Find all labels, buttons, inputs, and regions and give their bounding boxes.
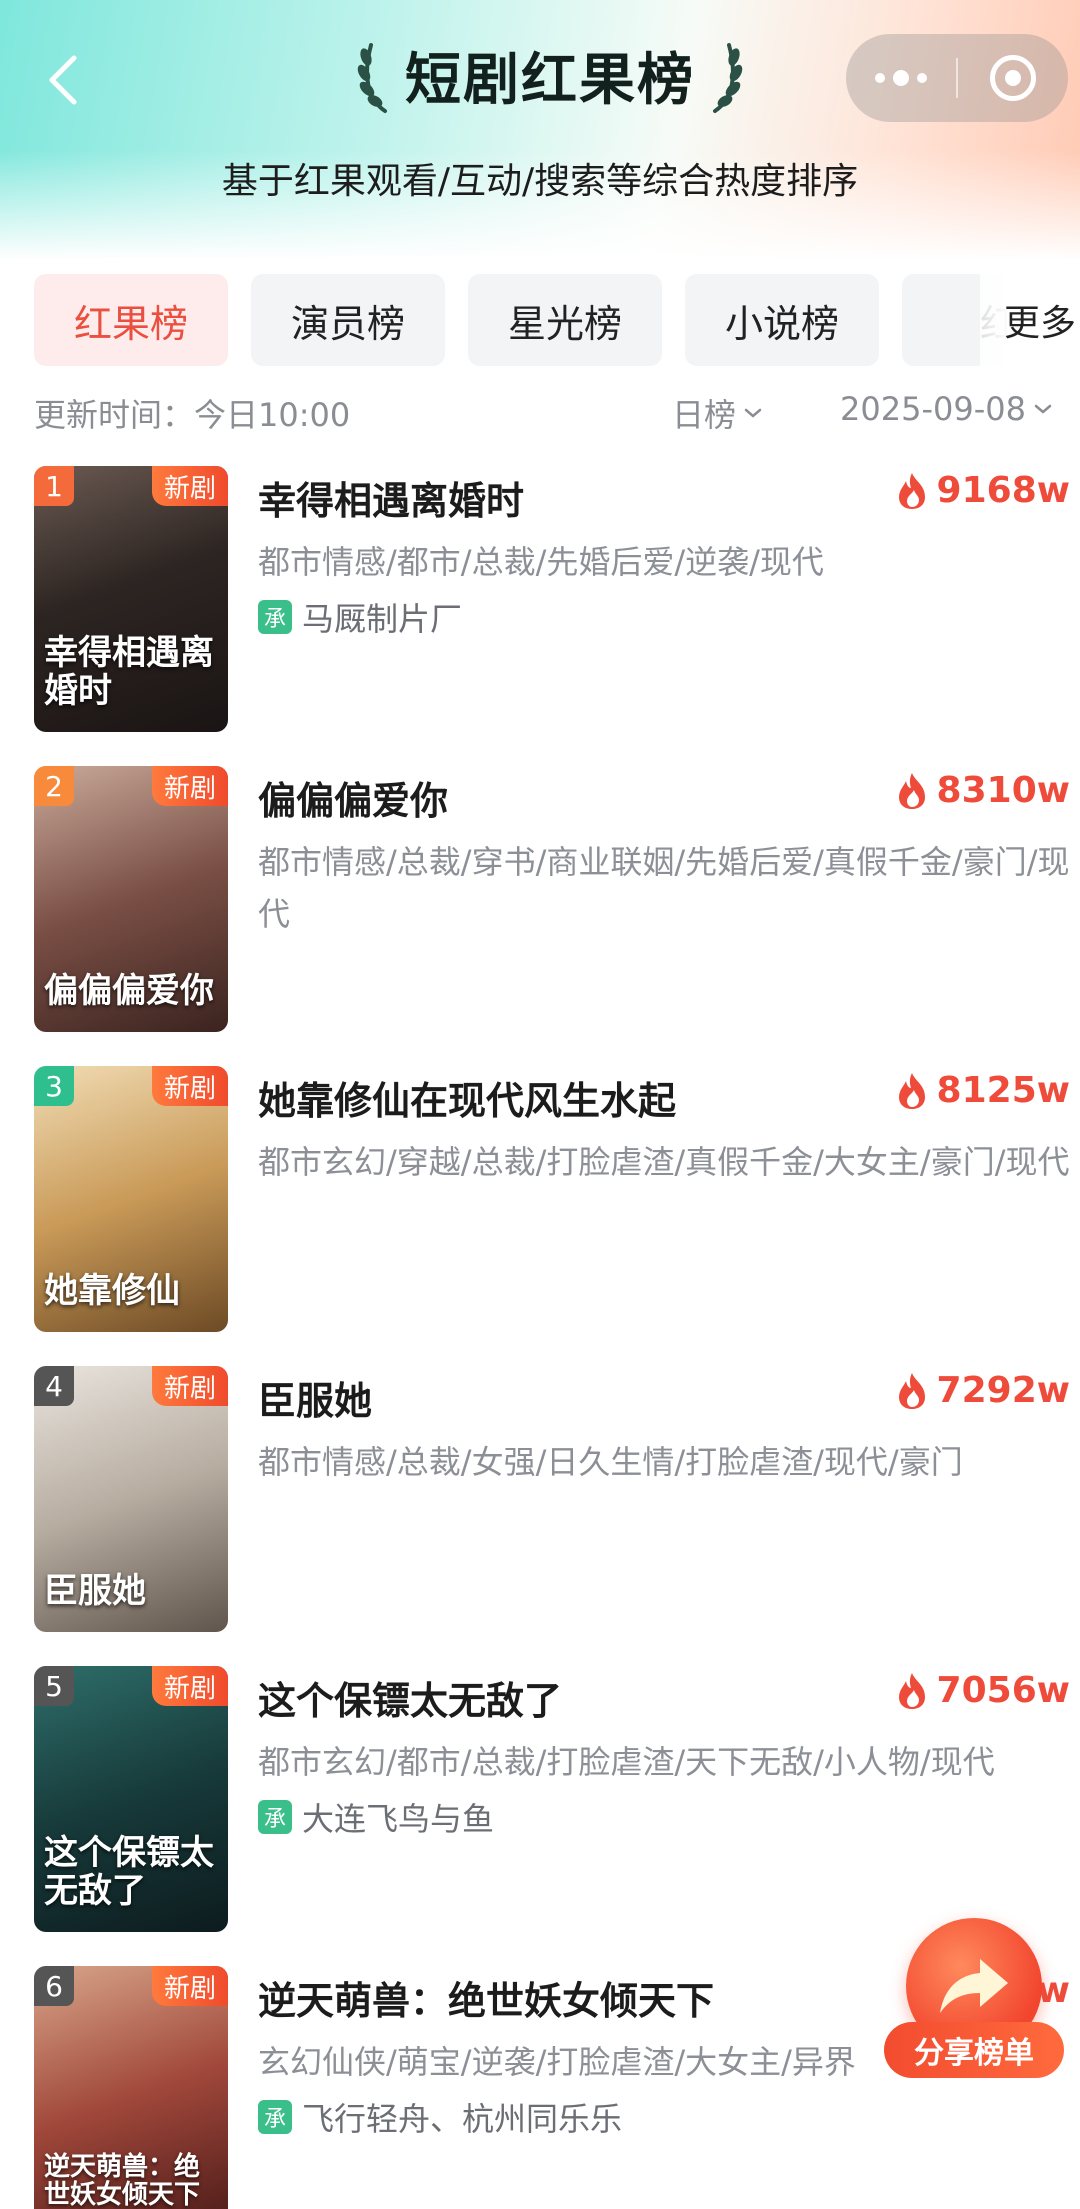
poster-image: 她靠修仙 3 新剧 [34, 1066, 228, 1332]
drama-title: 幸得相遇离婚时 [258, 479, 525, 523]
poster-caption: 她靠修仙 [44, 1270, 180, 1311]
drama-tags: 都市玄幻/穿越/总裁/打脸虐渣/真假千金/大女主/豪门/现代 [258, 1143, 1070, 1181]
rank-badge: 2 [34, 766, 74, 806]
heat-value: 7292w [936, 1370, 1070, 1411]
drama-title: 偏偏偏爱你 [258, 779, 449, 823]
back-button[interactable] [40, 50, 90, 110]
heat-score: 8310w [895, 770, 1070, 811]
list-item[interactable]: 偏偏偏爱你 2 新剧 偏偏偏爱你 8310w 都市情感/总裁/穿书/商业联姻/先… [34, 766, 1080, 1036]
drama-tags: 都市玄幻/都市/总裁/打脸虐渣/天下无敌/小人物/现代 [258, 1743, 995, 1781]
share-ranking-button[interactable]: 分享榜单 [884, 1910, 1064, 2100]
poster-image: 臣服她 4 新剧 [34, 1366, 228, 1632]
date-label: 2025-09-08 [840, 390, 1026, 428]
drama-tags: 都市情感/总裁/穿书/商业联姻/先婚后爱/真假千金/豪门/现代 [258, 843, 1070, 933]
poster-image: 幸得相遇离婚时 1 新剧 [34, 466, 228, 732]
poster-caption: 逆天萌兽：绝世妖女倾天下 [44, 2151, 201, 2209]
heat-value: 8310w [936, 770, 1070, 811]
poster-image: 这个保镖太无敌了 5 新剧 [34, 1666, 228, 1932]
new-badge: 新剧 [151, 1366, 228, 1406]
more-dots-icon[interactable] [846, 34, 956, 122]
producer-row: 承 飞行轻舟、杭州同乐乐 [258, 2094, 622, 2140]
producer-name: 飞行轻舟、杭州同乐乐 [302, 2100, 623, 2138]
update-time: 更新时间：今日10:00 [34, 396, 351, 434]
heat-value: 7056w [936, 1670, 1070, 1711]
poster-caption: 偏偏偏爱你 [44, 970, 214, 1011]
heat-value: 8125w [936, 1070, 1070, 1111]
producer-name: 大连飞鸟与鱼 [302, 1800, 495, 1838]
mini-program-capsule [846, 34, 1068, 122]
tab-actors[interactable]: 演员榜 [251, 274, 445, 366]
ranking-tabs: 红果榜 演员榜 星光榜 小说榜 红 [34, 274, 1044, 366]
chevron-down-icon [1034, 404, 1052, 414]
title-area: 短剧红果榜 [340, 30, 760, 120]
fire-icon [898, 472, 925, 509]
drama-title: 逆天萌兽：绝世妖女倾天下 [258, 1979, 715, 2023]
poster-image: 逆天萌兽：绝世妖女倾天下 6 新剧 [34, 1966, 228, 2209]
new-badge: 新剧 [151, 1966, 228, 2006]
poster-caption: 臣服她 [44, 1570, 146, 1611]
new-badge: 新剧 [151, 1066, 228, 1106]
tab-novels[interactable]: 小说榜 [685, 274, 879, 366]
new-badge: 新剧 [151, 766, 228, 806]
heat-score: 7056w [895, 1670, 1070, 1711]
chevron-down-icon [744, 408, 762, 418]
tabs-more-button[interactable]: 更多 [980, 274, 1080, 366]
drama-tags: 都市情感/总裁/女强/日久生情/打脸虐渣/现代/豪门 [258, 1443, 963, 1481]
producer-icon: 承 [258, 1800, 292, 1834]
rank-badge: 3 [34, 1066, 74, 1106]
producer-name: 马厩制片厂 [302, 600, 463, 638]
fire-icon [898, 772, 925, 809]
rank-badge: 1 [34, 466, 74, 506]
producer-icon: 承 [258, 600, 292, 634]
fire-icon [898, 1672, 925, 1709]
laurel-left-icon [357, 43, 387, 113]
rank-badge: 5 [34, 1666, 74, 1706]
poster-image: 偏偏偏爱你 2 新剧 [34, 766, 228, 1032]
page-title: 短剧红果榜 [405, 47, 695, 113]
drama-tags: 都市情感/都市/总裁/先婚后爱/逆袭/现代 [258, 543, 824, 581]
date-dropdown[interactable]: 2025-09-08 [840, 390, 1054, 428]
share-arrow-icon [940, 1959, 1008, 2013]
tab-stars[interactable]: 星光榜 [468, 274, 662, 366]
heat-score: 7292w [895, 1370, 1070, 1411]
poster-caption: 幸得相遇离婚时 [44, 633, 214, 711]
rank-badge: 4 [34, 1366, 74, 1406]
heat-score: 9168w [895, 470, 1070, 511]
fire-icon [898, 1372, 925, 1409]
target-icon[interactable] [958, 34, 1068, 122]
producer-row: 承 马厩制片厂 [258, 594, 462, 640]
new-badge: 新剧 [151, 1666, 228, 1706]
meta-row: 更新时间：今日10:00 日榜 2025-09-08 [34, 390, 1074, 440]
fire-icon [898, 1072, 925, 1109]
heat-score: 8125w [895, 1070, 1070, 1111]
period-label: 日榜 [672, 396, 737, 434]
heat-value: 9168w [936, 470, 1070, 511]
drama-title: 她靠修仙在现代风生水起 [258, 1079, 677, 1123]
list-item[interactable]: 臣服她 4 新剧 臣服她 7292w 都市情感/总裁/女强/日久生情/打脸虐渣/… [34, 1366, 1080, 1636]
rank-badge: 6 [34, 1966, 74, 2006]
list-item[interactable]: 她靠修仙 3 新剧 她靠修仙在现代风生水起 8125w 都市玄幻/穿越/总裁/打… [34, 1066, 1080, 1336]
producer-row: 承 大连飞鸟与鱼 [258, 1794, 494, 1840]
drama-title: 臣服她 [258, 1379, 373, 1423]
list-item[interactable]: 幸得相遇离婚时 1 新剧 幸得相遇离婚时 9168w 都市情感/都市/总裁/先婚… [34, 466, 1080, 736]
poster-caption: 这个保镖太无敌了 [44, 1833, 214, 1911]
producer-icon: 承 [258, 2100, 292, 2134]
share-label: 分享榜单 [884, 2022, 1064, 2078]
period-dropdown[interactable]: 日榜 [672, 390, 764, 436]
drama-title: 这个保镖太无敌了 [258, 1679, 563, 1723]
chevron-left-icon [49, 55, 77, 105]
new-badge: 新剧 [151, 466, 228, 506]
list-item[interactable]: 这个保镖太无敌了 5 新剧 这个保镖太无敌了 7056w 都市玄幻/都市/总裁/… [34, 1666, 1080, 1936]
laurel-right-icon [713, 43, 743, 113]
page-subtitle: 基于红果观看/互动/搜索等综合热度排序 [221, 161, 859, 202]
tab-hongguo[interactable]: 红果榜 [34, 274, 228, 366]
